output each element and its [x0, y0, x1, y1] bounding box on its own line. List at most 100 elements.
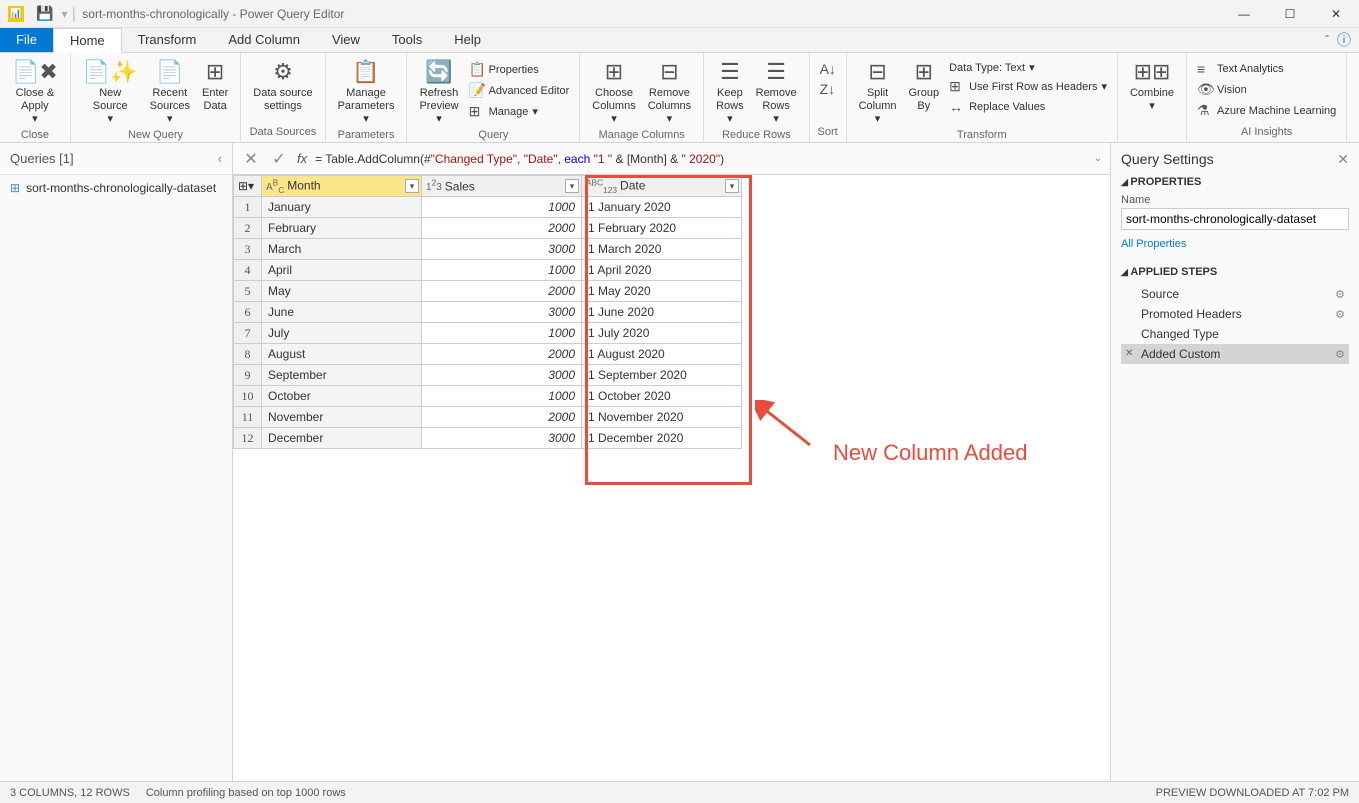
cell-date[interactable]: 1 August 2020	[582, 344, 742, 365]
collapse-queries-icon[interactable]: ‹	[218, 151, 222, 166]
cell-month[interactable]: June	[262, 302, 422, 323]
remove-columns-button[interactable]: ⊟Remove Columns▾	[642, 55, 697, 129]
fx-icon[interactable]: fx	[297, 151, 307, 166]
row-number[interactable]: 3	[234, 239, 262, 260]
tab-home[interactable]: Home	[53, 28, 122, 53]
table-row[interactable]: 9 September 3000 1 September 2020	[234, 365, 742, 386]
advanced-editor-button[interactable]: 📝Advanced Editor	[465, 80, 574, 101]
save-icon[interactable]: 💾	[36, 5, 53, 22]
table-row[interactable]: 1 January 1000 1 January 2020	[234, 197, 742, 218]
sort-desc-button[interactable]: Z↓	[816, 79, 840, 99]
replace-values-button[interactable]: ↔Replace Values	[945, 97, 1111, 117]
row-number[interactable]: 5	[234, 281, 262, 302]
cell-date[interactable]: 1 February 2020	[582, 218, 742, 239]
tab-file[interactable]: File	[0, 28, 53, 52]
cell-month[interactable]: July	[262, 323, 422, 344]
cell-month[interactable]: May	[262, 281, 422, 302]
cell-sales[interactable]: 2000	[422, 407, 582, 428]
keep-rows-button[interactable]: ☰Keep Rows▾	[710, 55, 750, 129]
cell-sales[interactable]: 3000	[422, 239, 582, 260]
cell-date[interactable]: 1 January 2020	[582, 197, 742, 218]
properties-section[interactable]: PROPERTIES	[1121, 176, 1349, 188]
row-number[interactable]: 12	[234, 428, 262, 449]
cell-sales[interactable]: 3000	[422, 428, 582, 449]
accept-formula-icon[interactable]: ✓	[269, 149, 289, 169]
row-number[interactable]: 9	[234, 365, 262, 386]
cell-month[interactable]: October	[262, 386, 422, 407]
cell-date[interactable]: 1 May 2020	[582, 281, 742, 302]
query-item[interactable]: ⊞ sort-months-chronologically-dataset	[0, 175, 232, 201]
manage-button[interactable]: ⊞Manage ▾	[465, 101, 574, 122]
row-number[interactable]: 10	[234, 386, 262, 407]
table-row[interactable]: 5 May 2000 1 May 2020	[234, 281, 742, 302]
row-number[interactable]: 1	[234, 197, 262, 218]
cell-sales[interactable]: 1000	[422, 386, 582, 407]
cell-date[interactable]: 1 July 2020	[582, 323, 742, 344]
table-row[interactable]: 4 April 1000 1 April 2020	[234, 260, 742, 281]
tab-transform[interactable]: Transform	[122, 28, 213, 52]
cell-sales[interactable]: 2000	[422, 218, 582, 239]
column-header-month[interactable]: ABCMonth▾	[262, 176, 422, 197]
filter-date-icon[interactable]: ▾	[725, 179, 739, 193]
applied-step[interactable]: Added Custom⚙	[1121, 344, 1349, 364]
row-number[interactable]: 2	[234, 218, 262, 239]
table-row[interactable]: 12 December 3000 1 December 2020	[234, 428, 742, 449]
gear-icon[interactable]: ⚙	[1335, 348, 1345, 361]
close-settings-icon[interactable]: ✕	[1337, 151, 1349, 168]
text-analytics-button[interactable]: ≡Text Analytics	[1193, 59, 1340, 79]
cell-month[interactable]: February	[262, 218, 422, 239]
data-grid[interactable]: ⊞▾ ABCMonth▾ 123Sales▾ ABC123Date▾ 1 Jan…	[233, 175, 1110, 783]
cell-month[interactable]: November	[262, 407, 422, 428]
row-number[interactable]: 4	[234, 260, 262, 281]
cell-month[interactable]: September	[262, 365, 422, 386]
cell-date[interactable]: 1 October 2020	[582, 386, 742, 407]
cell-date[interactable]: 1 April 2020	[582, 260, 742, 281]
cell-sales[interactable]: 3000	[422, 365, 582, 386]
filter-sales-icon[interactable]: ▾	[565, 179, 579, 193]
cell-date[interactable]: 1 June 2020	[582, 302, 742, 323]
formula-input[interactable]: = Table.AddColumn(#"Changed Type", "Date…	[315, 152, 1085, 166]
minimize-button[interactable]: —	[1221, 0, 1267, 28]
cell-sales[interactable]: 1000	[422, 260, 582, 281]
first-row-headers-button[interactable]: ⊞Use First Row as Headers ▾	[945, 76, 1111, 97]
split-column-button[interactable]: ⊟Split Column▾	[853, 55, 903, 129]
data-type-button[interactable]: Data Type: Text ▾	[945, 59, 1111, 76]
maximize-button[interactable]: ☐	[1267, 0, 1313, 28]
applied-step[interactable]: Source⚙	[1121, 284, 1349, 304]
table-row[interactable]: 7 July 1000 1 July 2020	[234, 323, 742, 344]
tab-help[interactable]: Help	[438, 28, 497, 52]
sort-asc-button[interactable]: A↓	[816, 59, 840, 79]
column-header-sales[interactable]: 123Sales▾	[422, 176, 582, 197]
applied-step[interactable]: Changed Type	[1121, 324, 1349, 344]
properties-button[interactable]: 📋Properties	[465, 59, 574, 80]
filter-month-icon[interactable]: ▾	[405, 179, 419, 193]
row-number[interactable]: 7	[234, 323, 262, 344]
collapse-ribbon-icon[interactable]: ˆ	[1325, 33, 1329, 47]
combine-button[interactable]: ⊞⊞Combine▾	[1124, 55, 1180, 115]
azure-ml-button[interactable]: ⚗Azure Machine Learning	[1193, 100, 1340, 121]
cell-month[interactable]: August	[262, 344, 422, 365]
close-button[interactable]: ✕	[1313, 0, 1359, 28]
close-apply-button[interactable]: 📄✖Close & Apply▾	[6, 55, 64, 129]
row-number[interactable]: 8	[234, 344, 262, 365]
gear-icon[interactable]: ⚙	[1335, 308, 1345, 321]
applied-step[interactable]: Promoted Headers⚙	[1121, 304, 1349, 324]
formula-expand-icon[interactable]: ⌄	[1094, 153, 1102, 164]
table-row[interactable]: 3 March 3000 1 March 2020	[234, 239, 742, 260]
gear-icon[interactable]: ⚙	[1335, 288, 1345, 301]
tab-tools[interactable]: Tools	[376, 28, 438, 52]
cell-sales[interactable]: 1000	[422, 197, 582, 218]
query-name-input[interactable]	[1121, 208, 1349, 230]
refresh-preview-button[interactable]: 🔄Refresh Preview▾	[413, 55, 464, 129]
row-number[interactable]: 6	[234, 302, 262, 323]
applied-steps-section[interactable]: APPLIED STEPS	[1121, 266, 1349, 278]
new-source-button[interactable]: 📄✨New Source▾	[77, 55, 144, 129]
remove-rows-button[interactable]: ☰Remove Rows▾	[750, 55, 803, 129]
cell-month[interactable]: March	[262, 239, 422, 260]
help-icon[interactable]: ⓘ	[1337, 30, 1351, 50]
cell-date[interactable]: 1 December 2020	[582, 428, 742, 449]
manage-parameters-button[interactable]: 📋Manage Parameters▾	[332, 55, 401, 129]
enter-data-button[interactable]: ⊞Enter Data	[196, 55, 234, 115]
vision-button[interactable]: 👁Vision	[1193, 79, 1340, 100]
table-row[interactable]: 8 August 2000 1 August 2020	[234, 344, 742, 365]
